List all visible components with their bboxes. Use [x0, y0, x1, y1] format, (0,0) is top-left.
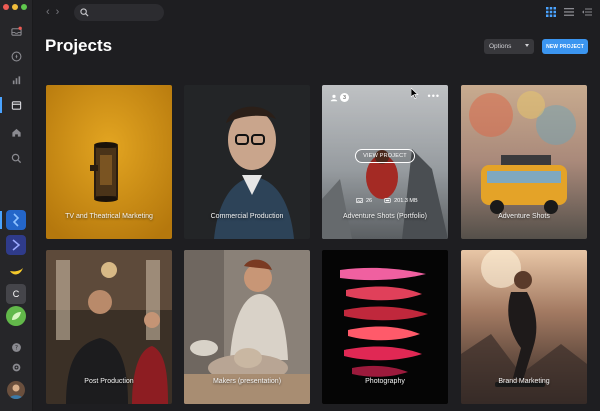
app-blue-tile[interactable]: [6, 210, 26, 230]
project-title: Post Production: [84, 378, 134, 385]
banana-icon: [10, 268, 23, 275]
image-icon: [356, 198, 363, 203]
project-size: 201.3 MB: [394, 197, 418, 204]
top-bar: ‹ ›: [34, 0, 600, 26]
avatar-image: [9, 384, 23, 399]
app-banana-tile[interactable]: [6, 259, 26, 279]
size-meta: 201.3 MB: [384, 197, 418, 204]
sidebar: C ?: [0, 0, 33, 411]
more-options-icon[interactable]: •••: [428, 92, 440, 101]
compass-icon[interactable]: [9, 49, 23, 63]
search-input[interactable]: [74, 4, 164, 21]
project-card-makers[interactable]: Makers (presentation): [184, 250, 310, 404]
project-card-commercial[interactable]: Commercial Production: [184, 85, 310, 239]
members-badge[interactable]: 3: [330, 93, 349, 102]
new-project-button[interactable]: NEW PROJECT: [542, 39, 588, 54]
files-meta: 26: [356, 197, 372, 204]
project-title: Adventure Shots: [498, 213, 550, 220]
chevron-down-icon: [525, 44, 529, 47]
user-group-icon: [330, 94, 338, 101]
panel-toggle-icon[interactable]: [582, 7, 592, 17]
view-project-button[interactable]: VIEW PROJECT: [355, 149, 415, 163]
mouse-cursor-icon: [411, 88, 419, 99]
search-nav-icon[interactable]: [9, 151, 23, 165]
maximize-window-button[interactable]: [21, 4, 27, 10]
list-view-icon[interactable]: [564, 7, 574, 17]
minimize-window-button[interactable]: [12, 4, 18, 10]
members-count: 3: [340, 93, 349, 102]
project-title: Makers (presentation): [212, 378, 282, 385]
storage-icon: [384, 198, 391, 203]
active-indicator: [0, 97, 2, 113]
help-icon[interactable]: ?: [9, 340, 23, 354]
app-c-letter: C: [12, 289, 20, 299]
app-indigo-icon: [12, 239, 21, 251]
projects-icon[interactable]: [9, 98, 23, 112]
inbox-icon[interactable]: [9, 24, 23, 38]
app-blue-icon: [12, 213, 20, 227]
project-card-tv-marketing[interactable]: TV and Theatrical Marketing: [46, 85, 172, 239]
view-toggles: [546, 7, 592, 17]
svg-text:?: ?: [14, 344, 17, 351]
options-dropdown[interactable]: Options: [484, 39, 534, 54]
forward-arrow-icon[interactable]: ›: [56, 7, 60, 18]
project-title: TV and Theatrical Marketing: [65, 213, 153, 220]
home-icon[interactable]: [9, 125, 23, 139]
project-card-brand-marketing[interactable]: Brand Marketing: [461, 250, 587, 404]
chart-icon[interactable]: [9, 73, 23, 87]
project-title: Photography: [365, 378, 405, 385]
settings-gear-icon[interactable]: [9, 360, 23, 374]
page-title: Projects: [45, 36, 113, 55]
files-count: 26: [366, 197, 373, 204]
project-meta: 26 201.3 MB: [356, 197, 418, 204]
project-card-post-production[interactable]: Post Production: [46, 250, 172, 404]
app-indigo-tile[interactable]: [6, 235, 26, 255]
project-title: Brand Marketing: [498, 378, 550, 385]
options-label: Options: [489, 43, 512, 50]
project-card-photography[interactable]: Photography: [322, 250, 448, 404]
grid-view-icon[interactable]: [546, 7, 556, 17]
back-arrow-icon[interactable]: ‹: [46, 7, 50, 18]
nav-arrows: ‹ ›: [46, 7, 59, 18]
search-icon: [80, 8, 89, 17]
project-title: Commercial Production: [210, 213, 284, 220]
window-controls: [3, 4, 27, 10]
app-green-tile[interactable]: [6, 306, 26, 326]
project-title: Adventure Shots (Portfolio): [342, 213, 428, 220]
user-avatar[interactable]: [7, 381, 25, 399]
project-card-adventure-portfolio[interactable]: 3 ••• VIEW PROJECT 26 201.3 MB Adventure…: [322, 85, 448, 239]
project-card-adventure-shots[interactable]: Adventure Shots: [461, 85, 587, 239]
close-window-button[interactable]: [3, 4, 9, 10]
leaf-icon: [12, 312, 21, 320]
app-c-tile[interactable]: C: [6, 284, 26, 304]
